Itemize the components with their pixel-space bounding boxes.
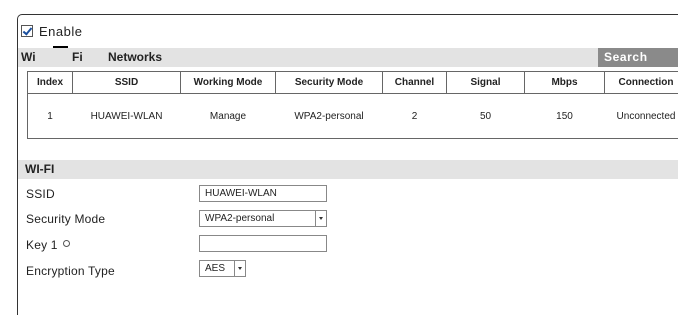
security-mode-value: WPA2-personal bbox=[205, 211, 315, 226]
chevron-down-icon[interactable] bbox=[234, 261, 245, 276]
table-cell: WPA2-personal bbox=[276, 94, 383, 139]
networks-title-wi: Wi bbox=[21, 50, 36, 64]
networks-title-fi: Fi bbox=[72, 50, 83, 64]
table-cell: 150 bbox=[525, 94, 605, 139]
key1-label: Key 1 bbox=[26, 238, 58, 252]
networks-header-bar: Wi Fi Networks Search bbox=[18, 48, 678, 67]
security-mode-label: Security Mode bbox=[26, 212, 105, 226]
wifi-section-title: WI-FI bbox=[25, 162, 54, 176]
table-cell: HUAWEI-WLAN bbox=[73, 94, 181, 139]
networks-title: Networks bbox=[108, 50, 162, 64]
table-header-row: IndexSSIDWorking ModeSecurity ModeChanne… bbox=[28, 72, 678, 94]
security-mode-select[interactable]: WPA2-personal bbox=[199, 210, 327, 227]
column-header: Security Mode bbox=[276, 72, 383, 94]
table-row[interactable]: 1HUAWEI-WLANManageWPA2-personal250150Unc… bbox=[28, 94, 678, 139]
enable-checkbox[interactable] bbox=[21, 25, 33, 37]
column-header: Mbps bbox=[525, 72, 605, 94]
column-header: Connection bbox=[605, 72, 678, 94]
table-cell: Unconnected bbox=[605, 94, 678, 139]
encryption-type-select[interactable]: AES bbox=[199, 260, 246, 277]
key1-input[interactable] bbox=[199, 235, 327, 252]
column-header: Signal bbox=[447, 72, 525, 94]
search-button[interactable]: Search bbox=[598, 48, 678, 67]
ssid-input[interactable] bbox=[199, 185, 327, 202]
enable-label: Enable bbox=[39, 24, 82, 39]
info-icon[interactable] bbox=[63, 240, 70, 247]
networks-table: IndexSSIDWorking ModeSecurity ModeChanne… bbox=[27, 71, 678, 139]
ssid-label: SSID bbox=[26, 187, 55, 201]
enable-row[interactable]: Enable bbox=[21, 23, 82, 39]
table-cell: Manage bbox=[181, 94, 276, 139]
table-cell: 50 bbox=[447, 94, 525, 139]
column-header: Channel bbox=[383, 72, 447, 94]
chevron-down-icon[interactable] bbox=[315, 211, 326, 226]
encryption-type-label: Encryption Type bbox=[26, 264, 115, 278]
column-header: Index bbox=[28, 72, 73, 94]
table-cell: 2 bbox=[383, 94, 447, 139]
table-cell: 1 bbox=[28, 94, 73, 139]
column-header: Working Mode bbox=[181, 72, 276, 94]
wifi-separator-line bbox=[53, 46, 68, 48]
encryption-type-value: AES bbox=[205, 261, 234, 276]
column-header: SSID bbox=[73, 72, 181, 94]
wifi-header-bar: WI-FI bbox=[18, 160, 678, 179]
key1-label-row: Key 1 bbox=[26, 238, 70, 252]
